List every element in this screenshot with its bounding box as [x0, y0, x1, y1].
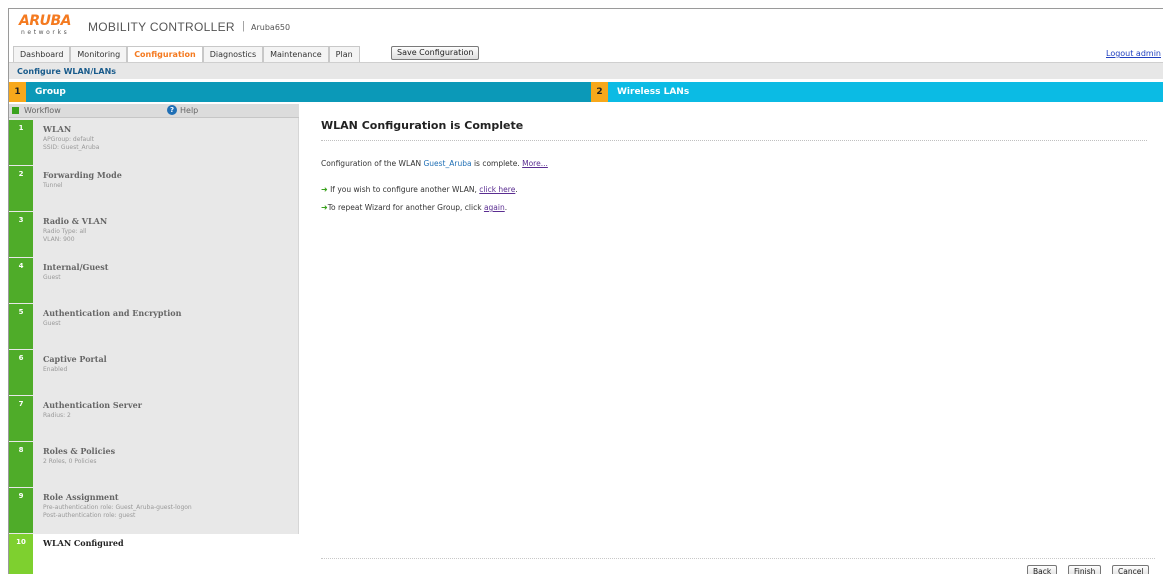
configure-another-wlan-line: ➜ If you wish to configure another WLAN,…: [321, 185, 518, 194]
message-text: Configuration of the WLAN: [321, 159, 424, 168]
banner-step-label: Group: [35, 87, 66, 97]
workflow-step-authentication-server[interactable]: 7 Authentication Server Radius: 2: [9, 396, 299, 441]
header: ARUBA networks MOBILITY CONTROLLER | Aru…: [9, 9, 1163, 62]
step-title: Radio & VLAN: [43, 216, 108, 226]
workflow-step-captive-portal[interactable]: 6 Captive Portal Enabled: [9, 350, 299, 395]
logout-link[interactable]: Logout admin: [1106, 49, 1161, 58]
tab-configuration[interactable]: Configuration: [127, 46, 203, 62]
main-tabs: Dashboard Monitoring Configuration Diagn…: [13, 46, 360, 62]
step-title: Captive Portal: [43, 354, 107, 364]
completion-message: Configuration of the WLAN Guest_Aruba is…: [321, 159, 548, 168]
step-title: Authentication Server: [43, 400, 142, 410]
message-text: .: [504, 203, 508, 212]
header-separator: |: [242, 20, 245, 32]
step-title: Forwarding Mode: [43, 170, 122, 180]
step-number: 7: [9, 396, 33, 441]
step-detail: Guest: [43, 274, 61, 281]
sidebar-header: Workflow ? Help: [9, 104, 299, 118]
aruba-logo: ARUBA networks: [19, 13, 72, 37]
save-configuration-button[interactable]: Save Configuration: [391, 46, 480, 60]
repeat-wizard-line: ➜To repeat Wizard for another Group, cli…: [321, 203, 507, 212]
step-title: Role Assignment: [43, 492, 119, 502]
workflow-step-wlan-configured[interactable]: 10 WLAN Configured: [9, 534, 299, 574]
tab-dashboard[interactable]: Dashboard: [13, 46, 71, 62]
step-title: Internal/Guest: [43, 262, 109, 272]
step-title: WLAN: [43, 124, 72, 134]
step-detail: Radio Type: all VLAN: 900: [43, 228, 87, 243]
workflow-step-authentication-encryption[interactable]: 5 Authentication and Encryption Guest: [9, 304, 299, 349]
banner-step-group[interactable]: 1 Group: [9, 82, 591, 102]
cancel-button[interactable]: Cancel: [1112, 565, 1150, 574]
step-number: 4: [9, 258, 33, 303]
message-text: is complete.: [471, 159, 523, 168]
breadcrumb-bar: Configure WLAN/LANs: [9, 62, 1163, 79]
workflow-step-role-assignment[interactable]: 9 Role Assignment Pre-authentication rol…: [9, 488, 299, 533]
step-number: 1: [9, 120, 33, 165]
step-title: Roles & Policies: [43, 446, 116, 456]
workflow-sidebar: Workflow ? Help 1 WLAN APGroup: default …: [9, 104, 299, 574]
green-arrow-icon: ➜: [321, 185, 328, 194]
help-link[interactable]: Help: [180, 106, 198, 115]
step-number: 9: [9, 488, 33, 533]
workflow-step-radio-vlan[interactable]: 3 Radio & VLAN Radio Type: all VLAN: 900: [9, 212, 299, 257]
step-detail: Guest: [43, 320, 61, 327]
more-link[interactable]: More...: [522, 159, 548, 168]
tab-maintenance[interactable]: Maintenance: [263, 46, 329, 62]
product-name: MOBILITY CONTROLLER: [88, 20, 235, 34]
step-number: 2: [9, 166, 33, 211]
step-title: Authentication and Encryption: [43, 308, 182, 318]
tab-monitoring[interactable]: Monitoring: [70, 46, 128, 62]
workflow-label: Workflow: [24, 106, 61, 115]
logo-wordmark: ARUBA: [19, 13, 72, 29]
workflow-step-forwarding-mode[interactable]: 2 Forwarding Mode Tunnel: [9, 166, 299, 211]
workflow-status-icon: [12, 107, 19, 114]
tab-diagnostics[interactable]: Diagnostics: [202, 46, 264, 62]
step-detail: APGroup: default SSID: Guest_Aruba: [43, 136, 100, 151]
step-detail: 2 Roles, 0 Policies: [43, 458, 97, 465]
step-detail: Radius: 2: [43, 412, 71, 419]
footer-divider: [321, 558, 1155, 559]
wizard-step-banner: 1 Group 2 Wireless LANs: [9, 82, 1163, 102]
click-here-link[interactable]: click here: [479, 185, 515, 194]
logo-subtitle: networks: [21, 29, 70, 36]
message-text: To repeat Wizard for another Group, clic…: [327, 203, 484, 212]
message-text: If you wish to configure another WLAN,: [327, 185, 480, 194]
help-icon[interactable]: ?: [167, 105, 177, 115]
workflow-step-internal-guest[interactable]: 4 Internal/Guest Guest: [9, 258, 299, 303]
step-number: 6: [9, 350, 33, 395]
step-number-badge: 2: [591, 82, 608, 102]
back-button[interactable]: Back: [1027, 565, 1058, 574]
step-number: 10: [9, 534, 33, 574]
step-number-badge: 1: [9, 82, 26, 102]
page-title: Configure WLAN/LANs: [17, 67, 117, 76]
content-title: WLAN Configuration is Complete: [321, 119, 524, 132]
tab-plan[interactable]: Plan: [328, 46, 360, 62]
step-number: 5: [9, 304, 33, 349]
workflow-step-wlan[interactable]: 1 WLAN APGroup: default SSID: Guest_Arub…: [9, 120, 299, 165]
title-divider: [321, 140, 1147, 141]
banner-step-wireless-lans[interactable]: 2 Wireless LANs: [591, 82, 1163, 102]
again-link[interactable]: again: [484, 203, 505, 212]
message-text: .: [515, 185, 518, 194]
step-number: 8: [9, 442, 33, 487]
app-window: ARUBA networks MOBILITY CONTROLLER | Aru…: [8, 8, 1163, 574]
step-detail: Pre-authentication role: Guest_Aruba-gue…: [43, 504, 192, 519]
banner-step-label: Wireless LANs: [617, 87, 690, 97]
main-content: WLAN Configuration is Complete Configura…: [299, 104, 1163, 574]
controller-hostname: Aruba650: [251, 23, 291, 32]
step-number: 3: [9, 212, 33, 257]
step-detail: Tunnel: [43, 182, 63, 189]
ssid-name: Guest_Aruba: [423, 159, 472, 168]
step-title: WLAN Configured: [43, 538, 124, 548]
workflow-step-roles-policies[interactable]: 8 Roles & Policies 2 Roles, 0 Policies: [9, 442, 299, 487]
green-arrow-icon: ➜: [321, 203, 328, 212]
finish-button[interactable]: Finish: [1068, 565, 1102, 574]
step-detail: Enabled: [43, 366, 68, 373]
